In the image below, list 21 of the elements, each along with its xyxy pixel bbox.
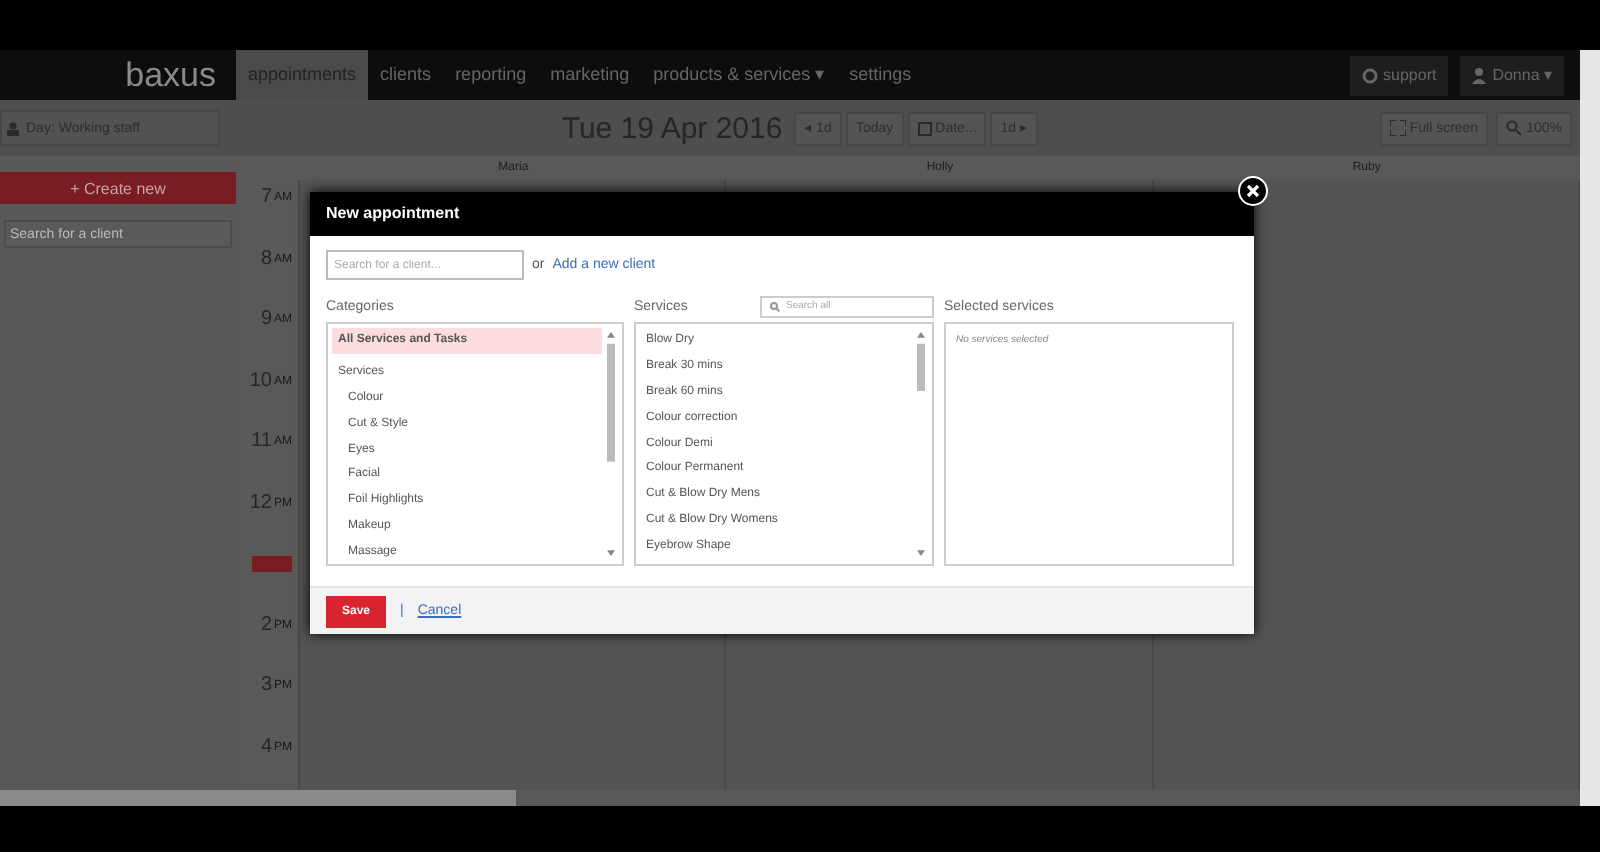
search-icon: [770, 301, 780, 311]
user-icon: [1472, 67, 1487, 83]
create-new-button[interactable]: + Create new: [0, 172, 236, 204]
support-button[interactable]: support: [1349, 55, 1449, 95]
lifebuoy-icon: [1361, 67, 1378, 83]
current-time-marker: [252, 556, 292, 572]
scrollbar-icon[interactable]: [914, 328, 928, 560]
logo[interactable]: baxus: [0, 50, 236, 100]
user-menu-button[interactable]: Donna ▾: [1460, 55, 1564, 95]
nav-tab[interactable]: reporting: [443, 50, 539, 100]
nav-tab[interactable]: marketing: [538, 50, 642, 100]
calendar-icon: [917, 121, 932, 135]
magnifier-icon: [1506, 120, 1523, 136]
dialog-title: New appointment: [310, 192, 1254, 236]
people-icon: [6, 121, 20, 135]
close-icon: [1246, 184, 1260, 198]
nav-tab[interactable]: settings: [837, 50, 924, 100]
expand-icon: [1389, 120, 1406, 136]
nav-tab[interactable]: clients: [368, 50, 444, 100]
nav-tab[interactable]: products & services ▾: [641, 50, 838, 100]
scrollbar-icon[interactable]: [604, 328, 618, 560]
